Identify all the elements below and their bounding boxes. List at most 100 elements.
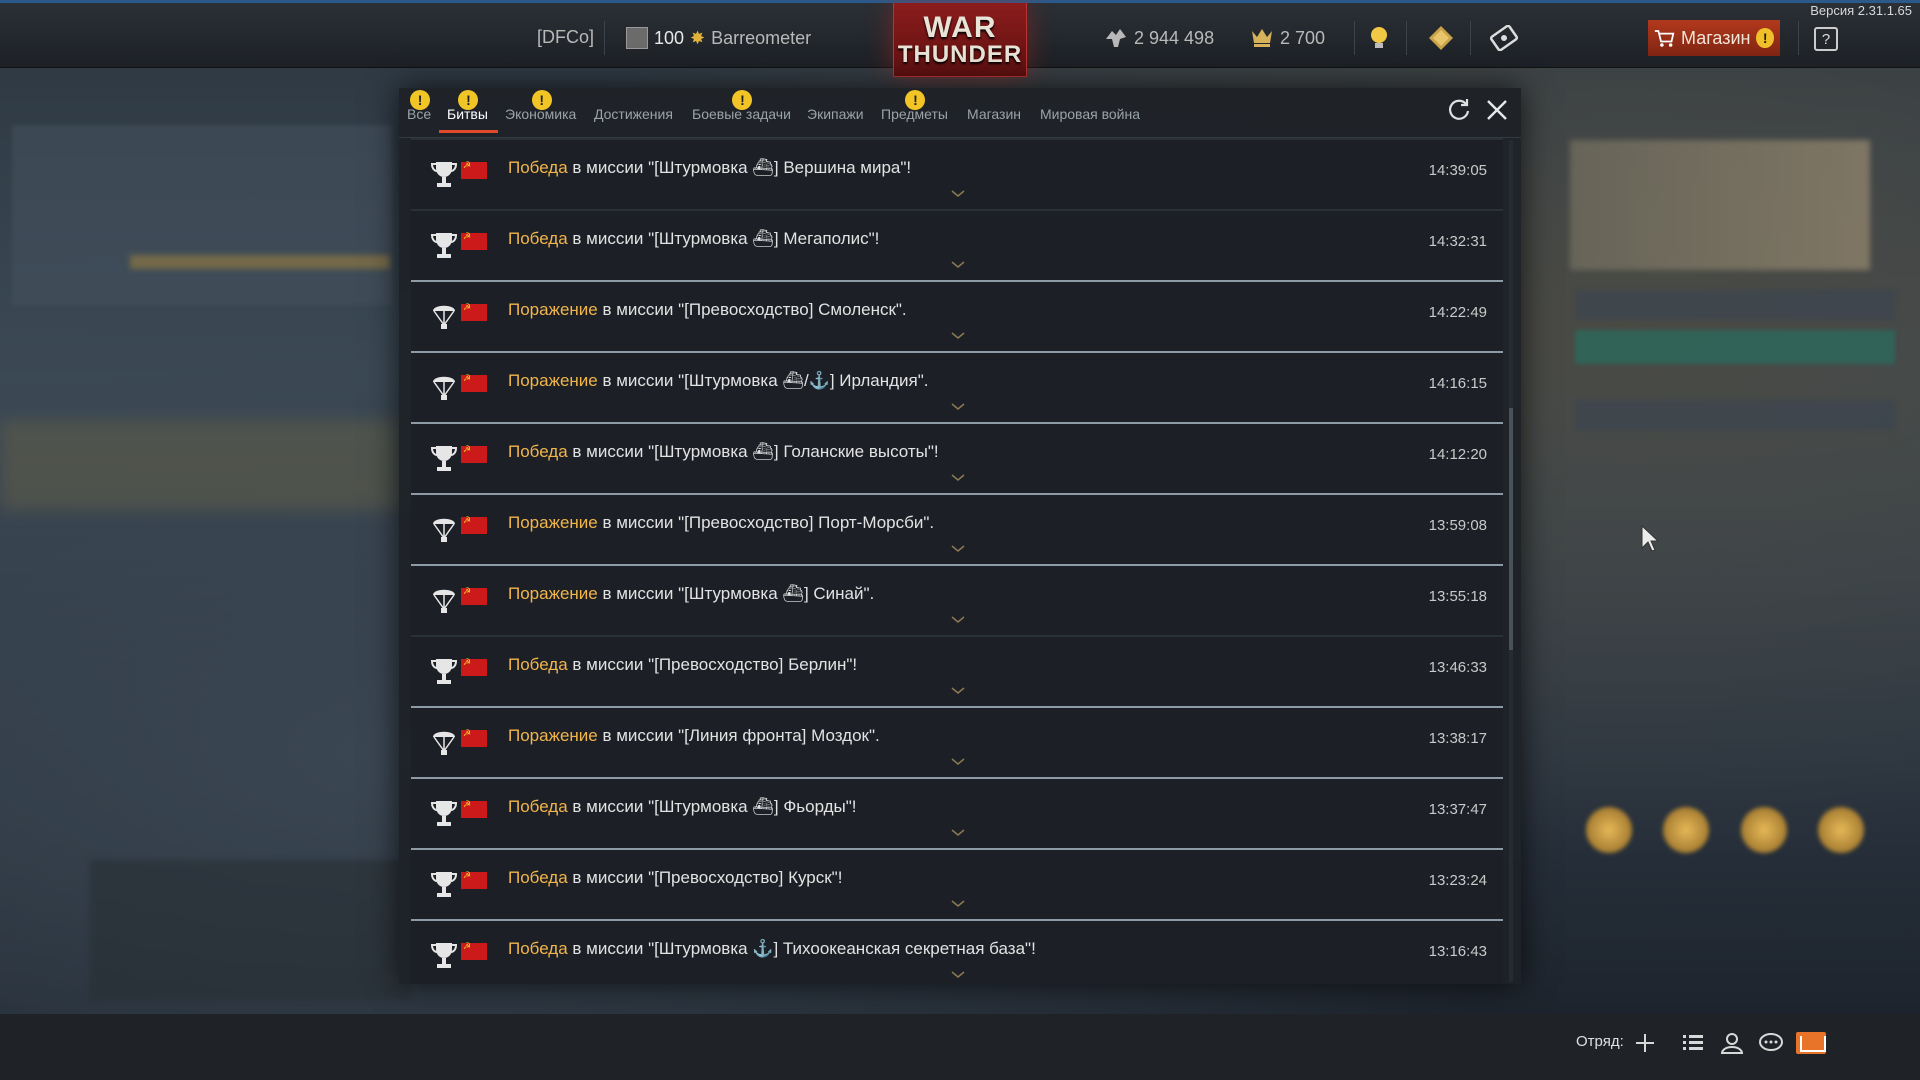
entry-result: Победа (508, 797, 568, 816)
battle-log-entry[interactable]: Победа в миссии "[Штурмовка ⛴] Вершина м… (411, 138, 1503, 209)
ussr-flag-icon (461, 728, 487, 747)
battle-log-dialog: Все ! Битвы ! Экономика ! Достижения Бое… (399, 88, 1521, 984)
silver-value: 2 944 498 (1134, 27, 1215, 48)
mail-icon[interactable] (1796, 1032, 1826, 1054)
entry-result: Победа (508, 229, 568, 248)
shop-label: Магазин (1681, 27, 1751, 48)
battle-log-entry[interactable]: Победа в миссии "[Штурмовка ⛴] Фьорды"! … (411, 777, 1503, 848)
entry-message: Победа в миссии "[Штурмовка ⚓] Тихоокеан… (508, 939, 1036, 959)
entry-message: Поражение в миссии "[Превосходство] Порт… (508, 513, 934, 533)
entry-text: в миссии "[Штурмовка ⛴] Вершина мира"! (567, 158, 912, 177)
tab-battles[interactable]: Битвы ! (439, 90, 498, 133)
ussr-flag-icon (461, 515, 487, 534)
background-progress-bar (130, 255, 390, 269)
entry-text: в миссии "[Штурмовка ⛴/⚓] Ирландия". (597, 371, 929, 390)
tab-battle-tasks[interactable]: Боевые задачи ! (684, 90, 801, 132)
background-row (1575, 330, 1895, 364)
entry-text: в миссии "[Штурмовка ⚓] Тихоокеанская се… (567, 939, 1036, 958)
entry-time: 13:59:08 (1428, 517, 1487, 534)
chevron-down-icon[interactable] (951, 971, 965, 979)
battle-log-entry[interactable]: Поражение в миссии "[Превосходство] Порт… (411, 493, 1503, 564)
entry-time: 14:32:31 (1428, 233, 1487, 250)
entry-text: в миссии "[Превосходство] Смоленск". (597, 300, 907, 319)
list-icon[interactable] (1680, 1030, 1706, 1056)
entry-text: в миссии "[Превосходство] Берлин"! (567, 655, 858, 674)
chevron-down-icon[interactable] (951, 261, 965, 269)
battle-log-entry[interactable]: Победа в миссии "[Превосходство] Курск"!… (411, 848, 1503, 919)
entry-time: 13:38:17 (1428, 730, 1487, 747)
tab-economy[interactable]: Экономика ! (497, 90, 586, 132)
chevron-down-icon[interactable] (951, 758, 965, 766)
battle-log-entry[interactable]: Поражение в миссии "[Превосходство] Смол… (411, 280, 1503, 351)
avatar (626, 27, 648, 49)
chevron-down-icon[interactable] (951, 616, 965, 624)
entry-result: Поражение (508, 584, 598, 603)
chevron-down-icon[interactable] (951, 403, 965, 411)
chevron-down-icon[interactable] (951, 900, 965, 908)
trophy-icon (431, 446, 457, 471)
chevron-down-icon[interactable] (951, 190, 965, 198)
entry-time: 14:12:20 (1428, 446, 1487, 463)
divider (1470, 21, 1471, 55)
scrollbar-thumb[interactable] (1509, 408, 1513, 650)
chevron-down-icon[interactable] (951, 545, 965, 553)
tab-all[interactable]: Все ! (399, 90, 441, 132)
chevron-down-icon[interactable] (951, 829, 965, 837)
entry-result: Победа (508, 442, 568, 461)
shop-button[interactable]: Магазин ! (1648, 20, 1780, 56)
add-squad-icon[interactable] (1632, 1030, 1658, 1056)
battle-log-entry[interactable]: Поражение в миссии "[Штурмовка ⛴] Синай"… (411, 564, 1503, 635)
warning-icon: ! (531, 90, 552, 110)
refresh-icon[interactable] (1445, 96, 1473, 124)
top-bar: Версия 2.31.1.65 [DFCo] 100 ✸ Barreomete… (0, 0, 1920, 77)
lightbulb-icon[interactable] (1368, 25, 1390, 51)
entry-message: Победа в миссии "[Штурмовка ⛴] Голанские… (508, 442, 939, 462)
golden-eagles[interactable]: 2 700 (1250, 27, 1325, 49)
tab-achievements[interactable]: Достижения (586, 98, 683, 132)
tab-items[interactable]: Предметы ! (873, 90, 958, 132)
clan-tag[interactable]: [DFCo] (537, 27, 594, 48)
battle-log-entry[interactable]: Победа в миссии "[Штурмовка ⛴] Голанские… (411, 422, 1503, 493)
chevron-down-icon[interactable] (951, 474, 965, 482)
divider (604, 21, 605, 55)
war-thunder-logo: WAR THUNDER (893, 3, 1027, 77)
coupon-icon[interactable] (1490, 25, 1518, 51)
ussr-flag-icon (461, 941, 487, 960)
player-profile[interactable]: 100 ✸ Barreometer (626, 27, 811, 49)
ussr-flag-icon (461, 870, 487, 889)
player-name: Barreometer (711, 27, 812, 48)
background-hangar-panel (12, 125, 392, 305)
warning-icon: ! (732, 90, 753, 110)
battle-log-entry[interactable]: Поражение в миссии "[Линия фронта] Моздо… (411, 706, 1503, 777)
background-crew-card (1570, 140, 1870, 270)
entry-result: Победа (508, 655, 568, 674)
background-band (0, 420, 400, 510)
divider (1354, 21, 1355, 55)
entry-text: в миссии "[Превосходство] Курск"! (567, 868, 843, 887)
rank-star-icon: ✸ (690, 27, 706, 48)
tab-label: Магазин (967, 106, 1022, 122)
chevron-down-icon[interactable] (951, 687, 965, 695)
silver-lions[interactable]: 2 944 498 (1104, 27, 1214, 49)
tab-world-war[interactable]: Мировая война (1032, 98, 1150, 132)
premium-diamond-icon[interactable] (1428, 25, 1454, 51)
parachute-icon (433, 731, 455, 755)
trophy-icon (431, 162, 457, 187)
chevron-down-icon[interactable] (951, 332, 965, 340)
battle-log-entry[interactable]: Победа в миссии "[Штурмовка ⚓] Тихоокеан… (411, 919, 1503, 984)
entry-time: 14:16:15 (1428, 375, 1487, 392)
tab-label: Экипажи (807, 106, 864, 122)
tab-bar: Все ! Битвы ! Экономика ! Достижения Бое… (399, 88, 1521, 138)
tab-shop[interactable]: Магазин (959, 98, 1031, 132)
battle-log-entry[interactable]: Победа в миссии "[Превосходство] Берлин"… (411, 635, 1503, 706)
chat-icon[interactable] (1758, 1030, 1784, 1056)
contacts-icon[interactable] (1719, 1030, 1745, 1056)
entry-message: Поражение в миссии "[Штурмовка ⛴] Синай"… (508, 584, 874, 604)
tab-label: Мировая война (1040, 106, 1140, 122)
version-label: Версия 2.31.1.65 (1810, 3, 1912, 18)
battle-log-entry[interactable]: Победа в миссии "[Штурмовка ⛴] Мегаполис… (411, 209, 1503, 280)
battle-log-entry[interactable]: Поражение в миссии "[Штурмовка ⛴/⚓] Ирла… (411, 351, 1503, 422)
close-icon[interactable] (1483, 96, 1511, 124)
tab-crews[interactable]: Экипажи (799, 98, 874, 132)
help-button[interactable]: ? (1814, 27, 1838, 51)
